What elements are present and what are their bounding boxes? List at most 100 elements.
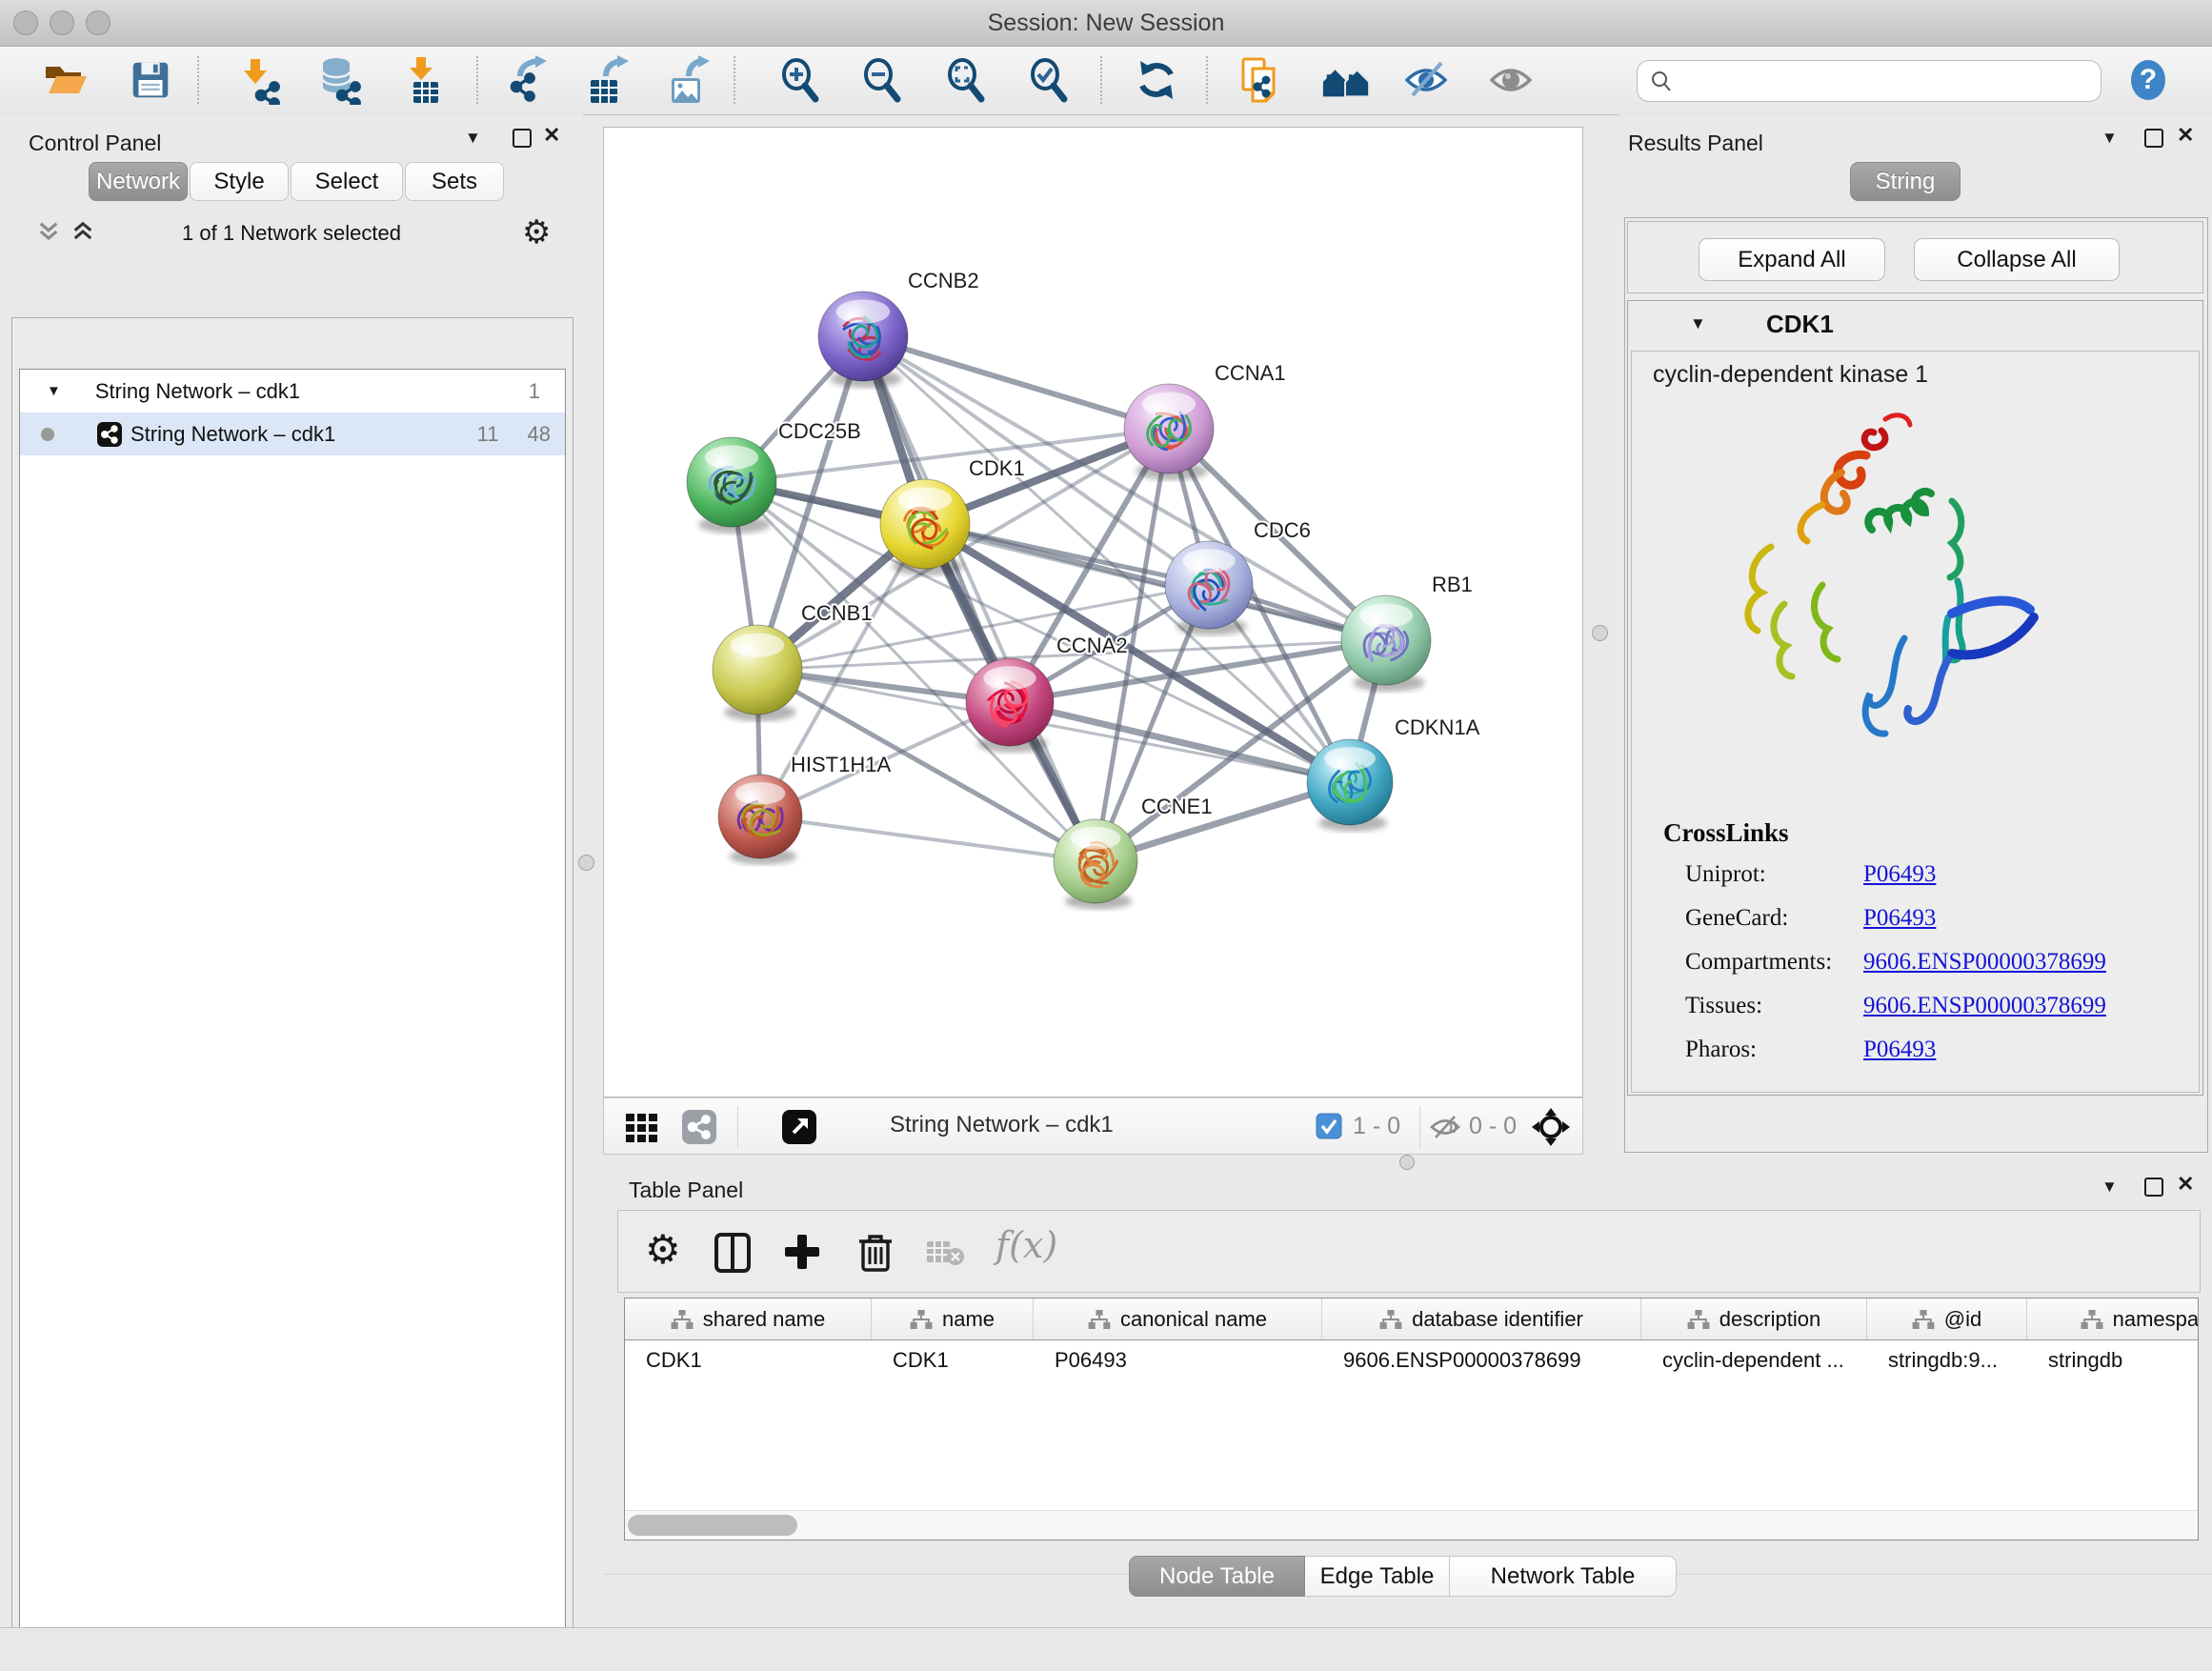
import-network-from-database-button[interactable]	[314, 54, 366, 106]
network-share-view-icon[interactable]	[680, 1108, 718, 1151]
results-panel-close-icon[interactable]: ✕	[2177, 126, 2194, 145]
control-panel-menu-icon[interactable]: ▼	[465, 129, 481, 148]
show-all-button[interactable]	[1487, 54, 1538, 106]
column-header-label: namespace	[2113, 1307, 2199, 1332]
table-cell[interactable]: stringdb:9...	[1867, 1340, 2027, 1380]
open-session-button[interactable]	[39, 54, 90, 106]
export-network-button[interactable]	[502, 54, 553, 106]
crosslink-link[interactable]: P06493	[1863, 1037, 1936, 1063]
table-panel-float-icon[interactable]	[2144, 1178, 2163, 1197]
hide-selected-button[interactable]	[1402, 54, 1454, 106]
results-panel-menu-icon[interactable]: ▼	[2101, 129, 2118, 148]
network-edge[interactable]	[1010, 702, 1350, 782]
table-cell[interactable]: cyclin-dependent ...	[1641, 1340, 1867, 1380]
network-options-gear-icon[interactable]: ⚙	[522, 213, 551, 252]
node-gloss	[1071, 827, 1121, 850]
control-panel: Control Panel ▼ ✕ Network Style Select S…	[0, 114, 583, 1627]
table-cell[interactable]: stringdb	[2027, 1340, 2199, 1380]
search-input[interactable]	[1674, 68, 2078, 94]
export-image-button[interactable]	[663, 54, 714, 106]
table-panel-close-icon[interactable]: ✕	[2177, 1175, 2194, 1194]
import-table-button[interactable]	[399, 54, 451, 106]
control-panel-float-icon[interactable]	[513, 129, 532, 148]
column-header-canonical-name[interactable]: canonical name	[1034, 1299, 1322, 1339]
import-network-button[interactable]	[234, 54, 286, 106]
search-box[interactable]	[1637, 60, 2101, 102]
column-header-description[interactable]: description	[1641, 1299, 1867, 1339]
help-button[interactable]: ?	[2122, 54, 2174, 106]
table-hscrollbar-track[interactable]	[625, 1510, 2198, 1540]
network-edge[interactable]	[925, 524, 1386, 640]
save-session-button[interactable]	[125, 54, 176, 106]
results-panel-float-icon[interactable]	[2144, 129, 2163, 148]
crosslink-link[interactable]: 9606.ENSP00000378699	[1863, 993, 2106, 1019]
copy-style-button[interactable]	[1235, 54, 1286, 106]
left-splitter-handle[interactable]	[578, 855, 594, 871]
tab-network-table[interactable]: Network Table	[1450, 1556, 1677, 1597]
first-neighbors-button[interactable]	[1320, 54, 1372, 106]
tab-sets[interactable]: Sets	[405, 162, 504, 201]
right-splitter-handle[interactable]	[1592, 625, 1608, 641]
table-cell[interactable]: 9606.ENSP00000378699	[1322, 1340, 1641, 1380]
node-gloss	[1324, 747, 1376, 770]
node-table[interactable]: shared namenamecanonical namedatabase id…	[624, 1298, 2199, 1540]
table-cell[interactable]: CDK1	[872, 1340, 1034, 1380]
network-row-selected[interactable]: String Network – cdk1 11 48	[20, 413, 565, 455]
zoom-in-button[interactable]	[774, 54, 826, 106]
network-view-canvas[interactable]: CCNB2CCNA1CDC25BCDK1CDC6RB1CCNB1CCNA2CDK…	[603, 127, 1583, 1097]
add-column-icon[interactable]	[782, 1232, 822, 1277]
tab-node-table[interactable]: Node Table	[1129, 1556, 1305, 1597]
network-graph[interactable]: CCNB2CCNA1CDC25BCDK1CDC6RB1CCNB1CCNA2CDK…	[604, 128, 1582, 1097]
tab-network[interactable]: Network	[89, 162, 188, 201]
horizontal-splitter-handle[interactable]	[1399, 1155, 1415, 1170]
expand-all-button[interactable]: Expand All	[1699, 238, 1885, 281]
export-table-button[interactable]	[582, 54, 633, 106]
column-header-database-identifier[interactable]: database identifier	[1322, 1299, 1641, 1339]
column-header-namespace[interactable]: namespace	[2027, 1299, 2199, 1339]
delete-table-icon	[925, 1238, 965, 1273]
export-image-icon	[664, 55, 714, 105]
table-cell[interactable]: CDK1	[625, 1340, 872, 1380]
zoom-selected-button[interactable]	[1023, 54, 1075, 106]
delete-column-trash-icon[interactable]	[856, 1230, 895, 1278]
table-panel-menu-icon[interactable]: ▼	[2101, 1178, 2118, 1197]
refresh-icon	[1132, 55, 1181, 105]
node-gloss	[1182, 549, 1235, 573]
apply-layout-button[interactable]	[1131, 54, 1182, 106]
cdk1-collapse-icon[interactable]: ▼	[1690, 314, 1706, 333]
zoom-selected-icon	[1024, 55, 1074, 105]
crosslink-link[interactable]: P06493	[1863, 861, 1936, 888]
collapse-all-button[interactable]: Collapse All	[1914, 238, 2120, 281]
birdseye-view-icon[interactable]	[1530, 1106, 1572, 1153]
network-edge[interactable]	[760, 816, 1096, 861]
tab-edge-table[interactable]: Edge Table	[1305, 1556, 1450, 1597]
tab-style[interactable]: Style	[190, 162, 289, 201]
network-grid-view-icon[interactable]	[623, 1108, 661, 1151]
collection-expand-icon[interactable]: ▼	[47, 383, 61, 399]
table-row[interactable]: CDK1CDK1P064939606.ENSP00000378699cyclin…	[625, 1340, 2198, 1380]
column-header-shared-name[interactable]: shared name	[625, 1299, 872, 1339]
control-panel-close-icon[interactable]: ✕	[543, 126, 560, 145]
zoom-fit-button[interactable]	[940, 54, 992, 106]
crosslink-link[interactable]: 9606.ENSP00000378699	[1863, 949, 2106, 976]
network-collection-row[interactable]: ▼ String Network – cdk1 1	[20, 370, 565, 413]
network-edge[interactable]	[863, 336, 1096, 861]
table-panel-title: Table Panel	[629, 1178, 743, 1203]
open-in-new-window-icon[interactable]	[780, 1108, 818, 1151]
results-panel-title: Results Panel	[1628, 131, 1763, 156]
crosslink-link[interactable]: P06493	[1863, 905, 1936, 932]
column-header-name[interactable]: name	[872, 1299, 1034, 1339]
table-settings-gear-icon[interactable]: ⚙	[645, 1226, 681, 1273]
table-cell[interactable]: P06493	[1034, 1340, 1322, 1380]
tab-string[interactable]: String	[1850, 162, 1961, 201]
hidden-counts: 0 - 0	[1469, 1113, 1517, 1140]
column-header-label: @id	[1944, 1307, 1981, 1332]
tab-select[interactable]: Select	[291, 162, 403, 201]
show-columns-icon[interactable]	[714, 1232, 752, 1278]
network-edge[interactable]	[863, 336, 1169, 429]
selected-checkbox-icon[interactable]	[1316, 1113, 1342, 1144]
zoom-out-button[interactable]	[856, 54, 908, 106]
column-header-@id[interactable]: @id	[1867, 1299, 2027, 1339]
table-hscrollbar-thumb[interactable]	[628, 1515, 797, 1536]
protein-structure-image	[1679, 404, 2080, 814]
